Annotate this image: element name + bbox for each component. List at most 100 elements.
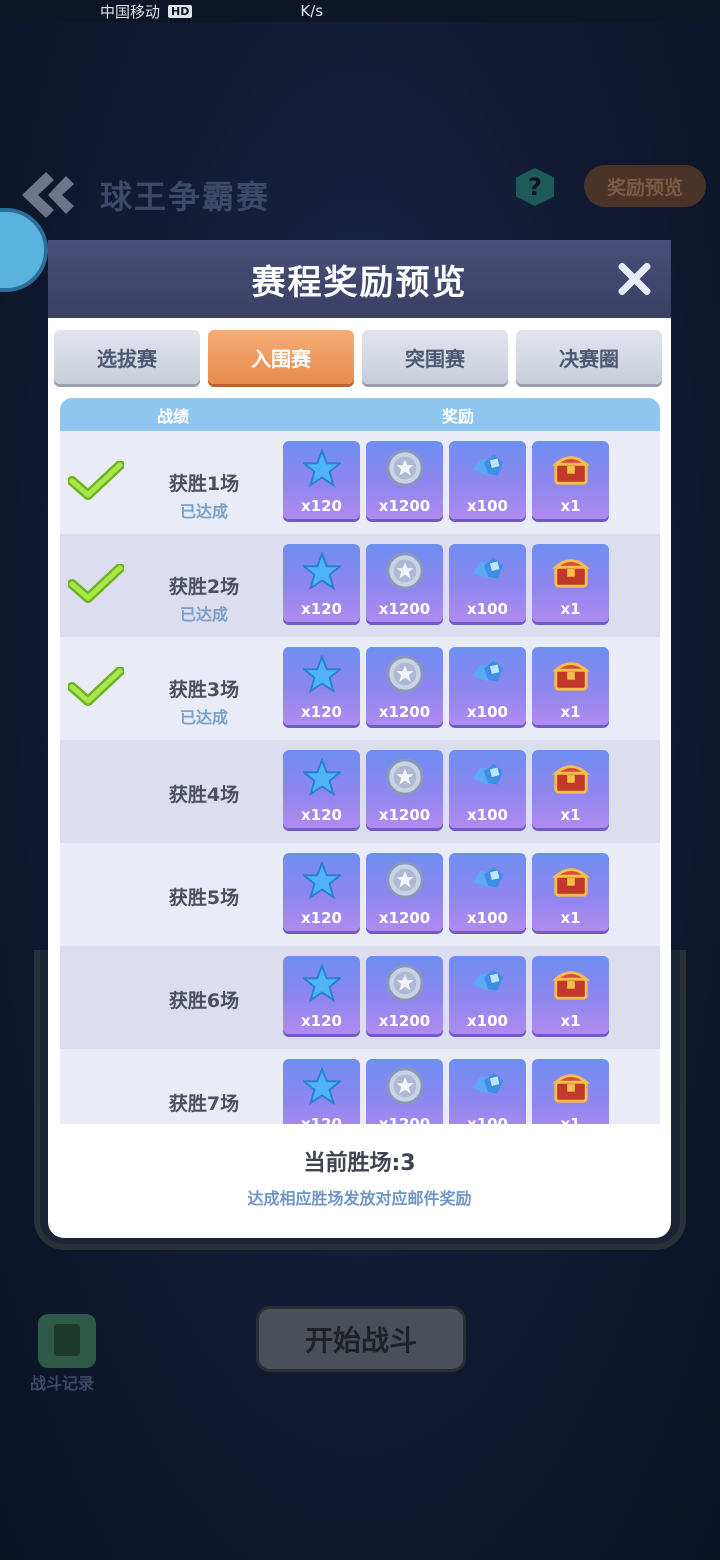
reward-item[interactable]: x1 <box>532 544 609 622</box>
reward-quantity: x100 <box>467 1115 508 1124</box>
tab-breakout[interactable]: 突围赛 <box>362 330 508 384</box>
reward-item[interactable]: x100 <box>449 1059 526 1124</box>
reward-item[interactable]: x1 <box>532 750 609 828</box>
reward-item[interactable]: x120 <box>283 1059 360 1124</box>
star-icon <box>301 860 343 900</box>
current-wins: 当前胜场:3 <box>303 1151 416 1176</box>
avatar <box>0 208 48 292</box>
star-icon <box>301 963 343 1003</box>
row-record: 获胜2场已达成 <box>122 572 286 625</box>
reward-quantity: x1200 <box>378 806 431 824</box>
row-status: 已达成 <box>179 605 228 624</box>
reward-quantity: x120 <box>301 1012 342 1030</box>
table-header: 战绩 奖励 <box>60 398 660 431</box>
reward-item[interactable]: x1 <box>532 647 609 725</box>
reward-item[interactable]: x100 <box>449 853 526 931</box>
reward-item[interactable]: x120 <box>283 441 360 519</box>
row-label: 获胜3场 <box>168 679 240 701</box>
start-battle-button[interactable]: 开始战斗 <box>256 1306 466 1372</box>
reward-quantity: x1200 <box>378 497 431 515</box>
reward-quantity: x1 <box>560 600 581 618</box>
row-rewards: x120 x1200 x100 x1 <box>283 441 609 519</box>
silver-coin-icon <box>386 964 424 1002</box>
tab-qualifier[interactable]: 入围赛 <box>208 330 354 384</box>
treasure-chest-icon <box>552 861 590 899</box>
close-icon[interactable] <box>615 260 653 298</box>
reward-quantity: x120 <box>301 909 342 927</box>
reward-quantity: x100 <box>467 703 508 721</box>
reward-item[interactable]: x1200 <box>366 544 443 622</box>
reward-quantity: x1 <box>560 1115 581 1124</box>
reward-item[interactable]: x120 <box>283 647 360 725</box>
carrier-name: 中国移动 <box>100 2 161 21</box>
diamond-icon <box>469 1067 507 1105</box>
silver-coin-icon <box>386 655 424 693</box>
table-row: 获胜7场 x120 x1200 x100 x1 <box>60 1049 660 1124</box>
treasure-chest-icon <box>552 758 590 796</box>
silver-coin-icon <box>386 449 424 487</box>
reward-item[interactable]: x100 <box>449 750 526 828</box>
table-row: 获胜6场 x120 x1200 x100 x1 <box>60 946 660 1049</box>
reward-quantity: x1200 <box>378 600 431 618</box>
reward-item[interactable]: x1200 <box>366 1059 443 1124</box>
help-icon[interactable]: ? <box>516 168 554 206</box>
check-icon <box>67 666 125 707</box>
star-icon <box>301 551 343 591</box>
row-rewards: x120 x1200 x100 x1 <box>283 544 609 622</box>
reward-item[interactable]: x100 <box>449 956 526 1034</box>
reward-item[interactable]: x1 <box>532 1059 609 1124</box>
diamond-icon <box>469 655 507 693</box>
reward-quantity: x1 <box>560 703 581 721</box>
reward-quantity: x1200 <box>378 909 431 927</box>
reward-quantity: x100 <box>467 909 508 927</box>
table-row: 获胜3场 已达成 x120 x1200 x100 x1 <box>60 637 660 740</box>
hd-badge: HD <box>168 4 193 18</box>
column-header-record: 战绩 <box>156 406 189 426</box>
row-label: 获胜7场 <box>168 1093 240 1115</box>
reward-item[interactable]: x120 <box>283 750 360 828</box>
table-row: 获胜1场 已达成 x120 x1200 x100 x1 <box>60 431 660 534</box>
reward-item[interactable]: x1200 <box>366 441 443 519</box>
reward-item[interactable]: x1200 <box>366 750 443 828</box>
star-icon <box>301 448 343 488</box>
reward-item[interactable]: x100 <box>449 647 526 725</box>
row-label: 获胜6场 <box>168 990 240 1012</box>
reward-preview-button[interactable]: 奖励预览 <box>584 165 706 207</box>
reward-item[interactable]: x1200 <box>366 647 443 725</box>
silver-coin-icon <box>386 758 424 796</box>
reward-table[interactable]: 战绩 奖励 获胜1场 已达成 x120 x1200 x100 x1 获胜2场 已达成 x120 x… <box>60 398 660 1124</box>
tab-finals[interactable]: 决赛圈 <box>516 330 662 384</box>
reward-item[interactable]: x1 <box>532 441 609 519</box>
treasure-chest-icon <box>552 552 590 590</box>
silver-coin-icon <box>386 1067 424 1105</box>
table-row: 获胜5场 x120 x1200 x100 x1 <box>60 843 660 946</box>
reward-item[interactable]: x120 <box>283 956 360 1034</box>
reward-item[interactable]: x1200 <box>366 853 443 931</box>
reward-item[interactable]: x100 <box>449 544 526 622</box>
treasure-chest-icon <box>552 1067 590 1105</box>
reward-quantity: x1 <box>560 1012 581 1030</box>
star-icon <box>301 757 343 797</box>
treasure-chest-icon <box>552 449 590 487</box>
tab-selection[interactable]: 选拔赛 <box>54 330 200 384</box>
reward-item[interactable]: x120 <box>283 853 360 931</box>
reward-item[interactable]: x1 <box>532 853 609 931</box>
row-label: 获胜1场 <box>168 473 240 495</box>
reward-quantity: x1200 <box>378 1012 431 1030</box>
treasure-chest-icon <box>552 655 590 693</box>
reward-quantity: x100 <box>467 600 508 618</box>
table-row: 获胜2场 已达成 x120 x1200 x100 x1 <box>60 534 660 637</box>
star-icon <box>301 1066 343 1106</box>
row-record: 获胜1场 已达成 <box>122 469 286 522</box>
reward-item[interactable]: x1 <box>532 956 609 1034</box>
reward-quantity: x1200 <box>378 703 431 721</box>
battle-record-icon[interactable] <box>38 1314 96 1368</box>
row-label: 获胜2场 <box>168 576 240 598</box>
diamond-icon <box>469 552 507 590</box>
reward-item[interactable]: x100 <box>449 441 526 519</box>
reward-item[interactable]: x120 <box>283 544 360 622</box>
reward-quantity: x100 <box>467 806 508 824</box>
help-glyph: ? <box>528 173 542 201</box>
reward-item[interactable]: x1200 <box>366 956 443 1034</box>
reward-quantity: x1 <box>560 909 581 927</box>
